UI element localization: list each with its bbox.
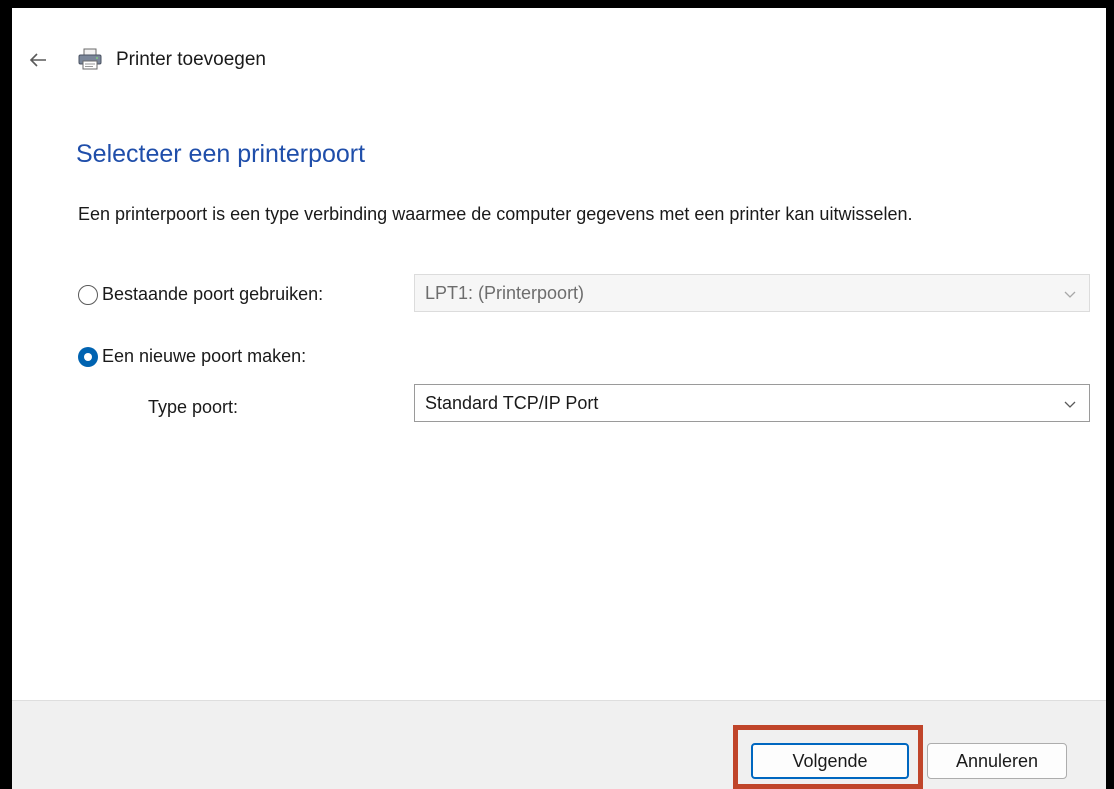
radio-existing-port[interactable]: Bestaande poort gebruiken:: [78, 284, 323, 305]
chevron-down-icon: [1064, 291, 1076, 298]
printer-icon: [78, 48, 102, 70]
radio-new-port[interactable]: Een nieuwe poort maken:: [78, 346, 306, 367]
add-printer-window: Printer toevoegen Selecteer een printerp…: [12, 8, 1106, 789]
page-description: Een printerpoort is een type verbinding …: [78, 204, 913, 224]
window-title: Printer toevoegen: [116, 49, 266, 70]
port-type-label: Type poort:: [148, 397, 239, 417]
back-button[interactable]: [26, 48, 50, 72]
port-type-select[interactable]: Standard TCP/IP Port: [414, 384, 1090, 422]
title-bar: Printer toevoegen: [12, 8, 1106, 112]
radio-existing-port-label: Bestaande poort gebruiken:: [102, 284, 324, 304]
existing-port-select: LPT1: (Printerpoort): [414, 274, 1090, 312]
port-type-value: Standard TCP/IP Port: [425, 392, 599, 413]
page-heading: Selecteer een printerpoort: [76, 140, 366, 168]
cancel-button[interactable]: Annuleren: [927, 743, 1067, 779]
existing-port-value: LPT1: (Printerpoort): [425, 282, 585, 303]
radio-button-checked[interactable]: [78, 346, 98, 367]
radio-new-port-label: Een nieuwe poort maken:: [102, 346, 307, 366]
radio-button-unchecked[interactable]: [78, 284, 98, 305]
chevron-down-icon: [1064, 401, 1076, 408]
back-arrow-icon: [29, 53, 46, 67]
next-button[interactable]: Volgende: [751, 743, 909, 779]
